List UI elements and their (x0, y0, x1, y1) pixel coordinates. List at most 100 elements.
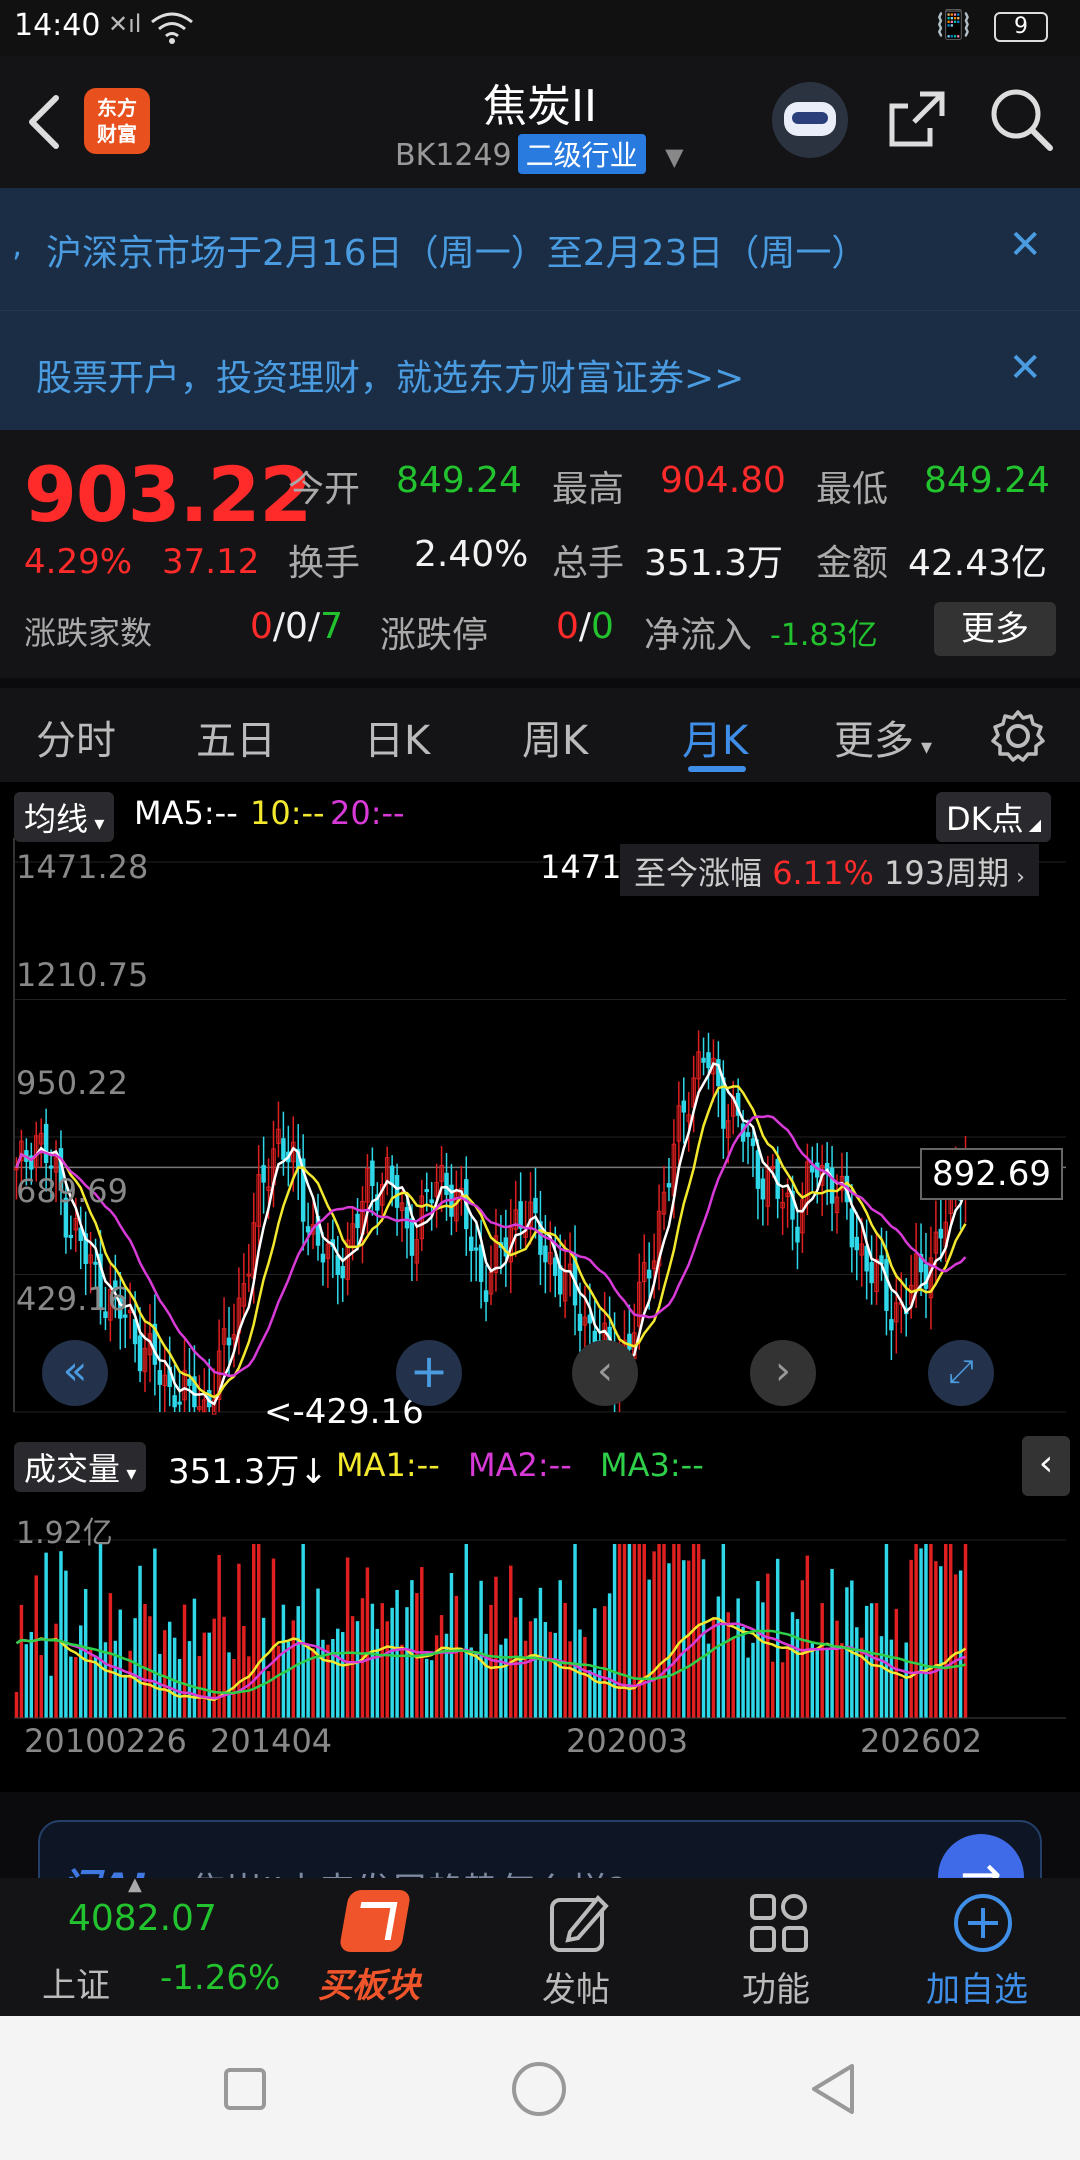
volume-bar (607, 1593, 612, 1718)
volume-bar (340, 1632, 345, 1718)
volume-bar (642, 1544, 646, 1718)
volume-bar (780, 1662, 785, 1718)
netflow-label: 净流入 (644, 615, 753, 656)
volume-bar (439, 1615, 444, 1718)
more-button[interactable]: 更多 (934, 602, 1056, 656)
volume-bar (113, 1640, 118, 1718)
index-value: 4082.07 (68, 1898, 217, 1939)
notice-banner[interactable]: , 沪深京市场于2月16日（周一）至2月23日（周一） ✕ (0, 188, 1080, 310)
search-icon[interactable] (988, 86, 1054, 152)
promo-close-icon[interactable]: ✕ (1008, 345, 1042, 391)
nav-post[interactable]: 发帖 (540, 1892, 620, 2012)
tab-five-day[interactable]: 五日 (196, 708, 276, 766)
volume-bar (924, 1544, 928, 1718)
x-tick-4: 202602 (860, 1722, 983, 1760)
candle-body (869, 1262, 874, 1284)
candle-body (157, 1370, 163, 1385)
volume-bar (879, 1636, 884, 1718)
volume-bar (271, 1558, 276, 1718)
volume-bar (429, 1660, 434, 1718)
nav-add-watchlist[interactable]: 加自选 (924, 1892, 1044, 2012)
zoom-in-icon[interactable]: + (396, 1340, 462, 1406)
add-circle-icon (954, 1894, 1012, 1952)
rewind-icon[interactable]: « (42, 1340, 108, 1406)
fullscreen-icon[interactable]: ⤢ (928, 1340, 994, 1406)
candle-body (706, 1052, 711, 1069)
tab-monthly-k[interactable]: 月K (682, 708, 748, 766)
volume-bar (538, 1587, 543, 1718)
candle-body (468, 1236, 474, 1252)
tab-daily-k[interactable]: 日K (364, 708, 430, 766)
kline-chart[interactable]: 均线 ▾ MA5:-- 10:-- 20:-- DK点 ◢ 1471.28 12… (0, 782, 1080, 1792)
candle-body (172, 1395, 177, 1408)
candle-body (335, 1255, 340, 1276)
volume-bar (751, 1642, 755, 1718)
volume-bar (835, 1620, 839, 1718)
candle-body (261, 1165, 266, 1183)
promo-banner[interactable]: 股票开户，投资理财，就选东方财富证券>> ✕ (0, 310, 1080, 430)
post-edit-icon (550, 1895, 609, 1952)
volume-bar (118, 1609, 123, 1718)
back-nav-icon[interactable] (808, 2062, 858, 2116)
vol-y-tick: 1.92亿 (16, 1516, 113, 1551)
index-ticker[interactable]: ▲ 4082.07 上证 -1.26% (0, 1874, 280, 2016)
volume-bar (953, 1574, 958, 1718)
recent-apps-icon[interactable] (224, 2068, 266, 2110)
volume-bar (390, 1607, 394, 1718)
tab-more[interactable]: 更多 ▾ (834, 708, 932, 766)
stock-code-row[interactable]: BK1249 二级行业 ▼ (395, 134, 684, 174)
ma-selector[interactable]: 均线 ▾ (14, 792, 115, 842)
updown-label: 涨跌家数 (24, 614, 153, 652)
volume-bar (425, 1658, 429, 1718)
amount-value: 42.43亿 (908, 543, 1048, 584)
period-change-box[interactable]: 至今涨幅 6.11% 193周期 › (620, 844, 1039, 896)
next-icon[interactable]: › (750, 1340, 816, 1406)
volume-bar (286, 1641, 291, 1718)
prev-icon[interactable]: ‹ (572, 1340, 638, 1406)
candle-body (760, 1178, 766, 1200)
volume-bar (88, 1648, 93, 1718)
volume-bar (98, 1544, 103, 1718)
volume-bar (395, 1589, 399, 1718)
volume-bar (810, 1642, 815, 1718)
nav-buy-sector[interactable]: 买板块 (318, 1890, 438, 2010)
volume-bar (820, 1603, 824, 1718)
volume-bar (637, 1544, 642, 1718)
candle-body (93, 1261, 98, 1265)
volume-bar (939, 1566, 943, 1718)
tab-intraday[interactable]: 分时 (36, 708, 116, 766)
volume-bar (385, 1621, 389, 1718)
volume-bar (108, 1593, 113, 1718)
volume-bar (869, 1603, 874, 1718)
tab-weekly-k[interactable]: 周K (522, 708, 588, 766)
volume-value: 351.3万 (644, 543, 784, 584)
volume-bar (533, 1618, 538, 1718)
candle-body (340, 1266, 345, 1279)
nav-functions[interactable]: 功能 (740, 1892, 820, 2012)
candle-body (43, 1123, 49, 1163)
volume-bar (632, 1544, 637, 1718)
volume-label: 总手 (552, 543, 625, 584)
kline-canvas[interactable] (0, 838, 1080, 1798)
volume-bar (69, 1656, 73, 1718)
buy-sector-icon (338, 1890, 412, 1952)
dk-point-button[interactable]: DK点 ◢ (936, 792, 1052, 842)
settings-gear-icon[interactable] (990, 708, 1046, 764)
volume-bar (790, 1612, 795, 1718)
home-icon[interactable] (512, 2062, 566, 2116)
volume-selector[interactable]: 成交量 ▾ (14, 1442, 147, 1492)
candle-body (884, 1259, 889, 1311)
index-name: 上证 (42, 1966, 110, 2006)
ai-robot-avatar[interactable] (772, 82, 848, 158)
share-icon[interactable] (886, 88, 948, 150)
candle-body (424, 1189, 429, 1193)
candle-body (745, 1132, 751, 1137)
volume-bar (158, 1653, 162, 1718)
volume-bar (647, 1579, 651, 1718)
notice-close-icon[interactable]: ✕ (1008, 222, 1042, 268)
vol-ma2-legend: MA2:-- (468, 1446, 572, 1484)
collapse-panel-icon[interactable]: ‹ (1022, 1436, 1070, 1496)
volume-bar (434, 1635, 439, 1718)
candle-body (666, 1183, 672, 1188)
volume-bar (54, 1623, 58, 1718)
